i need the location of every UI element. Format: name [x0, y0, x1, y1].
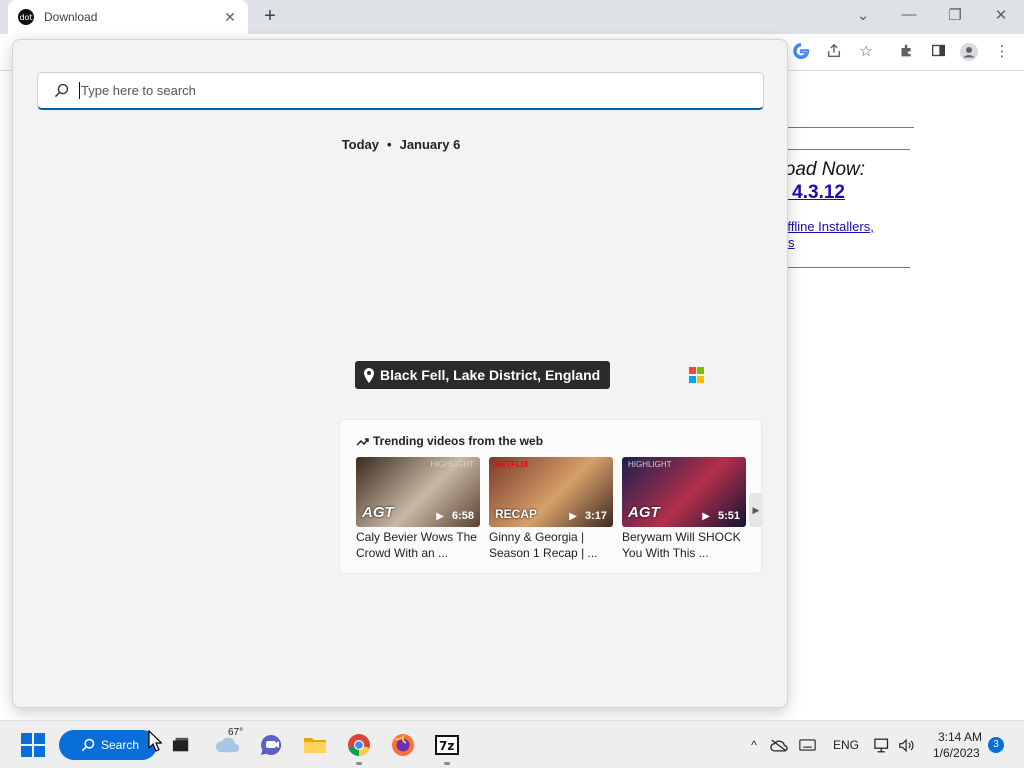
- chat-icon: [261, 734, 282, 755]
- svg-text:7z: 7z: [439, 739, 454, 753]
- clock-time[interactable]: 3:14 AM: [938, 730, 982, 744]
- 7zip-icon: 7z: [435, 735, 459, 755]
- video-thumbnail[interactable]: NETFLIX RECAP ▶ 3:17: [489, 457, 613, 527]
- page-divider: [788, 127, 914, 128]
- video-title[interactable]: Caly Bevier Wows The Crowd With an ...: [356, 529, 480, 561]
- teams-chat-button[interactable]: [258, 731, 284, 759]
- weather-widget[interactable]: 67°: [212, 727, 244, 759]
- windows-logo-icon: [21, 733, 45, 757]
- task-view-button[interactable]: [170, 731, 192, 759]
- video-card[interactable]: HIGHLIGHT AGT ▶ 6:58 Caly Bevier Wows The…: [356, 457, 480, 561]
- trending-title[interactable]: Trending videos from the web: [356, 434, 543, 448]
- side-panel-icon[interactable]: [929, 43, 947, 61]
- video-title[interactable]: Berywam Will SHOCK You With This ...: [622, 529, 746, 561]
- profile-avatar-icon[interactable]: [960, 43, 978, 61]
- tab-strip: dot Download ✕ + ⌄ — ❐ ✕: [0, 0, 1024, 34]
- page-divider: [788, 267, 910, 268]
- video-thumbnail[interactable]: HIGHLIGHT AGT ▶ 5:51: [622, 457, 746, 527]
- firefox-button[interactable]: [390, 731, 416, 759]
- trending-arrow-icon: [356, 438, 369, 446]
- notification-badge[interactable]: 3: [988, 737, 1004, 753]
- minimize-button[interactable]: —: [897, 6, 921, 23]
- thumbnail-tag: HIGHLIGHT: [430, 460, 474, 469]
- video-duration-text: 6:58: [451, 510, 474, 522]
- search-icon: [81, 738, 95, 752]
- search-icon: [54, 83, 69, 98]
- video-card[interactable]: HIGHLIGHT AGT ▶ 5:51 Berywam Will SHOCK Y…: [622, 457, 746, 561]
- start-button[interactable]: [20, 731, 46, 759]
- show-hidden-icons-icon[interactable]: ^: [746, 731, 762, 759]
- search-flyout: Today • January 6 Black Fell, Lake Distric…: [12, 39, 788, 708]
- share-icon[interactable]: [825, 43, 843, 61]
- taskbar-search-label: Search: [101, 738, 140, 752]
- taskbar-search-button[interactable]: Search: [59, 730, 157, 760]
- search-input[interactable]: [81, 83, 681, 98]
- network-icon[interactable]: [873, 731, 893, 759]
- weather-temp: 67°: [228, 727, 244, 738]
- tab-close-icon[interactable]: ✕: [222, 9, 238, 26]
- page-divider: [788, 149, 910, 150]
- running-indicator: [444, 762, 450, 765]
- tab-favicon-icon: dot: [18, 9, 34, 25]
- speaker-icon: [899, 738, 914, 752]
- bookmark-star-icon[interactable]: ☆: [857, 43, 875, 61]
- chrome-icon: [348, 734, 370, 756]
- location-badge[interactable]: Black Fell, Lake District, England: [355, 361, 611, 389]
- task-view-icon: [172, 737, 189, 752]
- video-duration: ▶ 6:58: [436, 510, 474, 522]
- today-label: Today: [341, 137, 380, 152]
- restore-button[interactable]: ❐: [943, 6, 967, 24]
- thumbnail-tag: NETFLIX: [495, 460, 529, 469]
- video-duration: ▶ 5:51: [702, 510, 740, 522]
- browser-menu-icon[interactable]: ⋮: [993, 43, 1011, 61]
- microsoft-logo-icon: [689, 367, 705, 383]
- clock-date[interactable]: 1/6/2023: [933, 746, 980, 760]
- onedrive-offline-icon[interactable]: [769, 731, 789, 759]
- monitor-network-icon: [874, 738, 889, 752]
- thumbnail-brand: RECAP: [495, 507, 538, 521]
- trending-videos-card: Trending videos from the web HIGHLIGHT A…: [339, 419, 763, 574]
- video-title[interactable]: Ginny & Georgia | Season 1 Recap | ...: [489, 529, 613, 561]
- new-tab-button[interactable]: +: [258, 5, 282, 29]
- extensions-icon[interactable]: [897, 43, 915, 61]
- cloud-icon: [215, 737, 240, 753]
- firefox-icon: [392, 734, 414, 756]
- video-duration: ▶ 3:17: [569, 510, 607, 522]
- tab-search-icon[interactable]: ⌄: [851, 6, 875, 24]
- thumbnail-brand: AGT: [362, 504, 394, 521]
- play-icon: ▶: [702, 510, 710, 522]
- play-icon: ▶: [569, 510, 577, 522]
- volume-icon[interactable]: [897, 731, 917, 759]
- tab-title: Download: [44, 10, 98, 24]
- location-text: Black Fell, Lake District, England: [380, 367, 601, 383]
- video-duration-text: 5:51: [717, 510, 740, 522]
- running-indicator: [356, 762, 362, 765]
- folder-icon: [304, 738, 326, 753]
- file-explorer-button[interactable]: [302, 731, 328, 759]
- today-header: Today • January 6: [13, 137, 789, 152]
- trending-title-text: Trending videos from the web: [373, 434, 544, 448]
- today-date: January 6: [399, 137, 461, 152]
- video-duration-text: 3:17: [584, 510, 607, 522]
- language-indicator[interactable]: ENG: [833, 738, 859, 752]
- thumbnail-brand: AGT: [628, 504, 660, 521]
- close-window-button[interactable]: ✕: [989, 6, 1013, 24]
- video-thumbnail[interactable]: HIGHLIGHT AGT ▶ 6:58: [356, 457, 480, 527]
- separator-dot: •: [387, 137, 392, 152]
- text-caret: [79, 82, 80, 99]
- google-lens-icon[interactable]: [792, 43, 810, 61]
- thumbnail-tag: HIGHLIGHT: [628, 460, 672, 469]
- keyboard-icon: [798, 739, 816, 751]
- 7zip-button[interactable]: 7z: [434, 731, 460, 765]
- browser-tab[interactable]: dot Download ✕: [8, 0, 248, 34]
- location-pin-icon: [364, 367, 374, 383]
- video-card[interactable]: NETFLIX RECAP ▶ 3:17 Ginny & Georgia | Se…: [489, 457, 613, 561]
- chrome-button[interactable]: [346, 731, 372, 765]
- play-icon: ▶: [436, 510, 444, 522]
- cloud-off-icon: [770, 739, 788, 752]
- search-box[interactable]: [37, 72, 764, 110]
- mouse-cursor-icon: [148, 730, 162, 752]
- touch-keyboard-icon[interactable]: [797, 731, 817, 759]
- next-arrow-icon[interactable]: ▶: [749, 493, 763, 527]
